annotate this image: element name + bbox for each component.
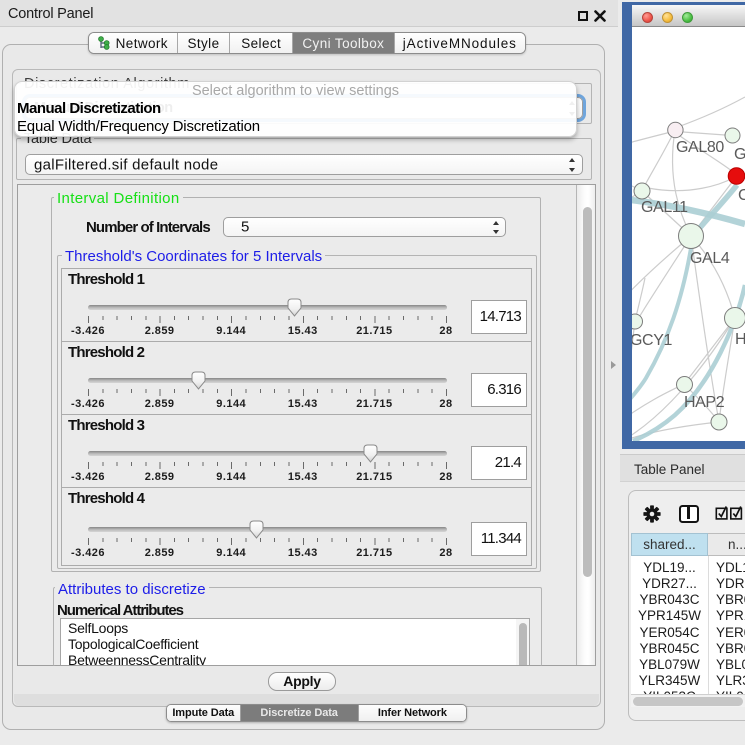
- svg-text:GCY1: GCY1: [632, 332, 672, 349]
- svg-text:H: H: [735, 331, 745, 348]
- svg-text:GAL80: GAL80: [676, 139, 724, 156]
- svg-text:C: C: [738, 187, 745, 204]
- svg-text:GAL11: GAL11: [641, 199, 688, 216]
- svg-text:HAP2: HAP2: [684, 394, 725, 411]
- svg-text:GAL4: GAL4: [690, 250, 730, 267]
- svg-text:G..: G..: [734, 146, 745, 163]
